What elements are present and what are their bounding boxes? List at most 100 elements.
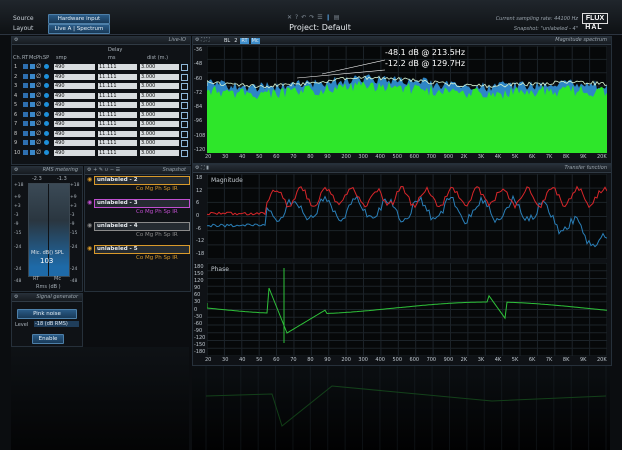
delay-dist-field[interactable]: 3.000 — [140, 111, 179, 118]
delay-ms-field[interactable]: 11.111 — [98, 83, 137, 89]
level-field[interactable]: -18 (dB RMS) — [34, 321, 79, 327]
rt-toggle[interactable] — [23, 64, 28, 69]
gear-icon[interactable]: ⚙ — [14, 294, 18, 301]
phase-icon[interactable]: ∅ — [36, 139, 41, 146]
delay-samples-field[interactable]: 490 — [54, 140, 95, 146]
spectrum-toolbar-item[interactable]: Mc — [250, 38, 260, 44]
mic-toggle[interactable] — [30, 102, 35, 107]
sp-toggle[interactable] — [44, 130, 49, 136]
phase-icon[interactable]: ∅ — [36, 63, 41, 70]
snapshot-item[interactable]: ◉ unlabeled - 5 Co Mg Ph Sp IR — [86, 245, 190, 263]
delay-samples-field[interactable]: 490 — [54, 92, 95, 99]
spectrum-toolbar-item[interactable]: BL — [223, 38, 231, 44]
delay-ms-field[interactable]: 11.111 — [98, 73, 137, 80]
sp-toggle[interactable] — [44, 121, 49, 126]
delay-dist-field[interactable]: 3.000 — [140, 130, 179, 137]
snapshot-name[interactable]: unlabeled - 3 — [94, 199, 190, 208]
mic-toggle[interactable] — [30, 130, 35, 136]
mic-toggle[interactable] — [30, 140, 35, 145]
delay-samples-field[interactable]: 490 — [54, 102, 95, 108]
sp-toggle[interactable] — [44, 83, 49, 88]
phase-icon[interactable]: ∅ — [36, 73, 41, 80]
delay-dist-field[interactable]: 3.000 — [140, 92, 179, 99]
delay-ms-field[interactable]: 11.111 — [98, 121, 137, 127]
rt-toggle[interactable] — [23, 73, 28, 79]
mic-toggle[interactable] — [30, 73, 35, 79]
phase-icon[interactable]: ∅ — [36, 92, 41, 99]
magnitude-graph[interactable]: Magnitude — [207, 174, 607, 259]
gear-icon[interactable]: ⚙ ⛶ ▮ — [195, 165, 209, 172]
delay-dist-field[interactable]: 3.000 — [140, 121, 179, 127]
delay-ms-field[interactable]: 11.111 — [98, 130, 137, 137]
delay-dist-field[interactable]: 3.000 — [140, 149, 179, 156]
gear-icon[interactable]: ⚙ ⛶ ⛶ — [195, 37, 210, 44]
sp-toggle[interactable] — [44, 140, 49, 145]
rt-toggle[interactable] — [23, 102, 28, 107]
lock-toggle[interactable] — [181, 102, 188, 109]
snapshot-item[interactable]: ◉ unlabeled - 4 Co Mg Ph Sp IR — [86, 222, 190, 240]
layout-select[interactable]: Live A | Spectrum — [48, 24, 110, 34]
phase-icon[interactable]: ∅ — [36, 120, 41, 127]
gear-icon[interactable]: ⚙ — [14, 167, 18, 174]
phase-icon[interactable]: ∅ — [36, 149, 41, 156]
sp-toggle[interactable] — [44, 102, 49, 107]
rt-toggle[interactable] — [23, 149, 28, 155]
delay-samples-field[interactable]: 490 — [54, 73, 95, 80]
lock-toggle[interactable] — [181, 73, 188, 81]
delay-ms-field[interactable]: 11.111 — [98, 64, 137, 70]
lock-toggle[interactable] — [181, 121, 188, 128]
delay-dist-field[interactable]: 3.000 — [140, 83, 179, 89]
spectrum-graph[interactable]: -48.1 dB @ 213.5Hz -12.2 dB @ 129.7Hz — [207, 46, 607, 153]
mic-toggle[interactable] — [30, 92, 35, 98]
delay-ms-field[interactable]: 11.111 — [98, 140, 137, 146]
sp-toggle[interactable] — [44, 64, 49, 69]
delay-samples-field[interactable]: 490 — [54, 149, 95, 156]
lock-toggle[interactable] — [181, 140, 188, 147]
noise-type-select[interactable]: Pink noise — [17, 309, 77, 319]
rt-toggle[interactable] — [23, 140, 28, 145]
delay-dist-field[interactable]: 3.000 — [140, 102, 179, 108]
lock-toggle[interactable] — [181, 130, 188, 138]
delay-samples-field[interactable]: 490 — [54, 111, 95, 118]
phase-icon[interactable]: ∅ — [36, 111, 41, 118]
delay-ms-field[interactable]: 11.111 — [98, 149, 137, 156]
phase-icon[interactable]: ∅ — [36, 130, 41, 137]
sp-toggle[interactable] — [44, 149, 49, 155]
phase-graph[interactable]: Phase — [207, 263, 607, 356]
close-icon[interactable]: ✕ — [287, 14, 295, 21]
mic-toggle[interactable] — [30, 149, 35, 155]
phase-icon[interactable]: ∅ — [36, 82, 41, 89]
snapshot-item[interactable]: ◉ unlabeled - 2 Co Mg Ph Sp IR — [86, 176, 190, 194]
gear-icon[interactable]: ⚙ — [14, 37, 18, 44]
mic-toggle[interactable] — [30, 111, 35, 117]
sp-toggle[interactable] — [44, 111, 49, 117]
rt-toggle[interactable] — [23, 111, 28, 117]
delay-samples-field[interactable]: 490 — [54, 64, 95, 70]
sp-toggle[interactable] — [44, 73, 49, 79]
delay-samples-field[interactable]: 490 — [54, 130, 95, 137]
lock-toggle[interactable] — [181, 83, 188, 90]
rt-toggle[interactable] — [23, 92, 28, 98]
lock-toggle[interactable] — [181, 64, 188, 71]
delay-dist-field[interactable]: 3.000 — [140, 64, 179, 70]
snapshot-name[interactable]: unlabeled - 4 — [94, 222, 190, 231]
delay-dist-field[interactable]: 3.000 — [140, 73, 179, 80]
delay-ms-field[interactable]: 11.111 — [98, 92, 137, 99]
delay-samples-field[interactable]: 490 — [54, 83, 95, 89]
lock-toggle[interactable] — [181, 92, 188, 100]
list-icon[interactable]: ▤ — [334, 14, 343, 21]
menu-icon[interactable]: ☰ — [317, 14, 325, 21]
mic-toggle[interactable] — [30, 121, 35, 126]
pause-icon[interactable]: ❙ — [326, 14, 334, 21]
mic-toggle[interactable] — [30, 83, 35, 88]
spectrum-toolbar-item[interactable]: RT — [240, 38, 249, 44]
mic-toggle[interactable] — [30, 64, 35, 69]
sp-toggle[interactable] — [44, 92, 49, 98]
rt-toggle[interactable] — [23, 130, 28, 136]
phase-icon[interactable]: ∅ — [36, 101, 41, 108]
gear-icon[interactable]: ⚙ + ✎ ∪ − ☰ — [87, 167, 120, 174]
source-select[interactable]: Hardware input — [48, 14, 110, 24]
snapshot-name[interactable]: unlabeled - 5 — [94, 245, 190, 254]
delay-ms-field[interactable]: 11.111 — [98, 102, 137, 108]
snapshot-item[interactable]: ◉ unlabeled - 3 Co Mg Ph Sp IR — [86, 199, 190, 217]
